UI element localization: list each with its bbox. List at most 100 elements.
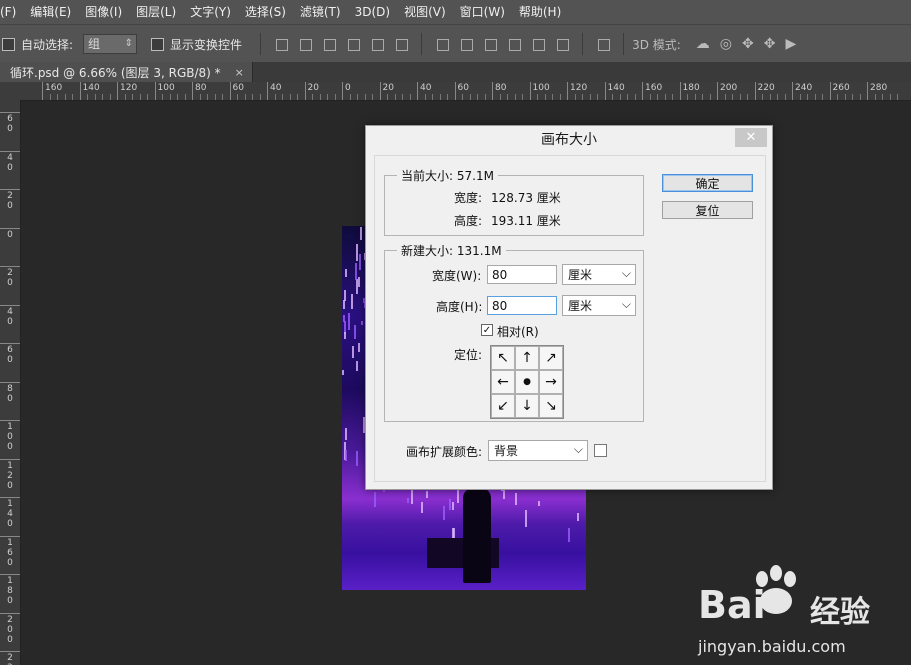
anchor-cell[interactable]: ↘ [539,394,563,418]
align-bottom-icon[interactable] [322,37,337,51]
menu-item[interactable]: 图像(I) [78,0,129,24]
anchor-center-cell[interactable]: ● [515,370,539,394]
new-width-input[interactable]: 80 [487,265,557,284]
ruler-label: 200 [720,83,738,93]
camera-3d-icon[interactable]: ▶ [785,36,796,52]
vertical-ruler[interactable]: 60402002040608010012014016018020022 [0,100,21,665]
anchor-cell[interactable]: ← [491,370,515,394]
anchor-cell[interactable]: ↗ [539,346,563,370]
auto-align-icon[interactable] [596,37,611,51]
menu-item[interactable]: 窗口(W) [453,0,512,24]
menu-item[interactable]: 编辑(E) [23,0,78,24]
distribute-top-icon[interactable] [435,37,450,51]
menu-item[interactable]: 滤镜(T) [293,0,348,24]
light-streak [354,325,357,339]
ruler-minor-tick [244,94,246,100]
distribute-left-icon[interactable] [507,37,522,51]
close-icon[interactable]: × [235,66,244,79]
menu-item[interactable]: 帮助(H) [512,0,568,24]
relative-label[interactable]: 相对(R) [497,323,539,340]
align-vcenter-icon[interactable] [298,37,313,51]
menu-item[interactable]: 视图(V) [397,0,453,24]
ruler-label: 140 [607,83,625,93]
light-streak [537,500,540,506]
ruler-minor-tick [522,94,523,100]
auto-select-dropdown[interactable]: 组 [83,34,138,54]
align-hcenter-icon[interactable] [370,37,385,51]
document-tab-bar: 循环.psd @ 6.66% (图层 3, RGB/8) * × [0,62,911,82]
distribute-hcenter-icon[interactable] [531,37,546,51]
relative-checkbox[interactable]: ✓ [481,324,493,336]
separator [623,33,625,55]
light-streak [358,343,361,352]
menu-item[interactable]: (F) [0,0,23,24]
ruler-minor-tick [372,94,373,100]
ruler-major-tick [679,82,681,100]
ruler-minor-tick [589,94,591,100]
ruler-minor-tick [259,94,261,100]
ruler-minor-tick [49,94,51,100]
anchor-cell[interactable]: ↓ [515,394,539,418]
ruler-minor-tick [312,94,313,100]
ruler-minor-tick [237,94,238,100]
menu-item[interactable]: 文字(Y) [183,0,238,24]
reset-button[interactable]: 复位 [662,201,753,219]
extension-color-swatch[interactable] [594,444,607,457]
ruler-minor-tick [852,94,853,100]
ruler-label: 40 [270,83,282,93]
ruler-major-tick [379,82,381,100]
align-right-icon[interactable] [394,37,409,51]
baidu-jingyan-watermark: Bai 经验 jingyan.baidu.com [698,565,908,660]
orbit-3d-icon[interactable]: ☁ [696,36,710,52]
ruler-minor-tick [387,94,388,100]
ruler-label: 40 [7,152,13,173]
anchor-cell[interactable]: ↙ [491,394,515,418]
distribute-vcenter-icon[interactable] [459,37,474,51]
menu-item[interactable]: 3D(D) [348,0,397,24]
anchor-cell[interactable]: ↑ [515,346,539,370]
menu-item[interactable]: 图层(L) [129,0,183,24]
light-streak [358,253,361,271]
document-tab[interactable]: 循环.psd @ 6.66% (图层 3, RGB/8) * × [0,62,253,82]
new-height-unit-select[interactable]: 厘米 [562,294,636,316]
ruler-minor-tick [747,94,748,100]
ruler-minor-tick [709,94,711,100]
ruler-label: 100 [7,422,13,452]
slide-3d-icon[interactable]: ✥ [764,36,776,52]
ruler-major-tick [492,82,493,100]
ruler-minor-tick [357,94,358,100]
ruler-label: 140 [82,83,100,93]
ruler-label: 40 [7,306,13,327]
new-width-unit-select[interactable]: 厘米 [562,263,636,285]
light-streak [343,315,346,323]
ruler-minor-tick [807,94,808,100]
ruler-minor-tick [889,94,891,100]
ruler-minor-tick [777,94,778,100]
anchor-cell[interactable]: → [539,370,563,394]
auto-select-checkbox[interactable] [2,37,15,51]
show-transform-checkbox[interactable] [151,37,165,51]
light-streak [576,512,579,522]
ruler-minor-tick [162,94,163,100]
new-height-input[interactable]: 80 [487,296,557,315]
dialog-close-button[interactable]: ✕ [735,128,767,147]
ruler-major-tick [0,112,20,113]
ok-button[interactable]: 确定 [662,174,753,192]
extension-color-select[interactable]: 背景 [488,439,588,461]
light-streak [345,428,348,441]
distribute-right-icon[interactable] [555,37,570,51]
align-left-icon[interactable] [346,37,361,51]
align-top-icon[interactable] [274,37,289,51]
roll-3d-icon[interactable]: ◎ [720,36,732,52]
light-streak [342,300,345,310]
anchor-cell[interactable]: ↖ [491,346,515,370]
drag-3d-icon[interactable]: ✥ [742,36,754,52]
ruler-minor-tick [469,94,471,100]
distribute-bottom-icon[interactable] [483,37,498,51]
horizontal-ruler[interactable]: 160 140 120 100 80 60 40 20 0 20 40 60 80 100 120 140 16… [20,82,911,101]
ruler-minor-tick [424,94,426,100]
menu-item[interactable]: 选择(S) [238,0,293,24]
ruler-minor-tick [882,94,883,100]
ruler-label: 20 [7,191,13,211]
ruler-corner[interactable] [0,82,21,101]
